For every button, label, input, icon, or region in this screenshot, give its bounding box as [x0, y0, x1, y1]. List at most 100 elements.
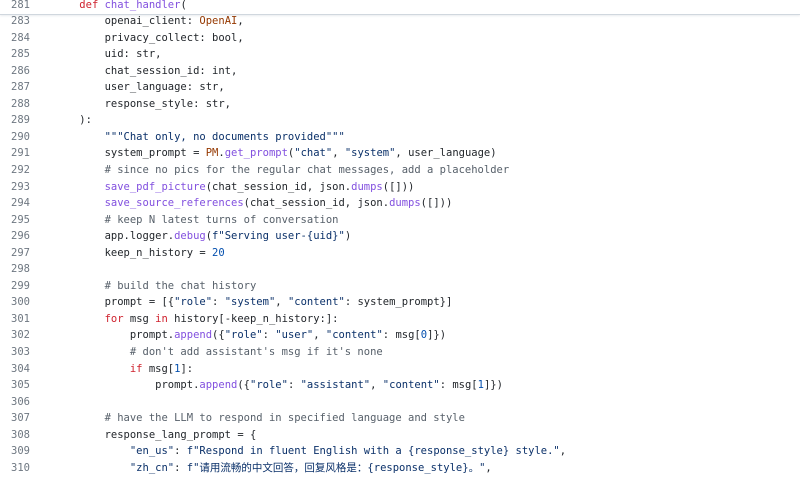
code-token: "content" — [382, 379, 440, 392]
line-number[interactable]: 281 — [0, 0, 30, 13]
line-number[interactable]: 298 — [0, 261, 30, 277]
code-line: 301 for msg in history[-keep_n_history:]… — [0, 311, 800, 327]
code-token: msg[ — [142, 362, 175, 375]
line-number[interactable]: 296 — [0, 228, 30, 244]
code-token: # don't add assistant's msg if it's none — [129, 346, 383, 358]
code-line: 289 ): — [0, 112, 800, 128]
line-number[interactable]: 289 — [0, 112, 30, 128]
code-token: (chat_session_id, json. — [243, 197, 390, 210]
code-line: 284 privacy_collect: bool, — [0, 30, 800, 46]
code-token: ]}) — [427, 329, 447, 342]
line-number[interactable]: 304 — [0, 361, 30, 377]
line-number[interactable]: 294 — [0, 195, 30, 211]
code-token: """Chat only, no documents provided""" — [104, 130, 345, 143]
line-code: # keep N latest turns of conversation — [54, 212, 339, 228]
code-token: in — [155, 312, 168, 325]
line-number[interactable]: 301 — [0, 311, 30, 327]
code-line: 305 prompt.append({"role": "assistant", … — [0, 377, 800, 393]
code-token: "zh_cn" — [129, 461, 175, 474]
line-number[interactable]: 307 — [0, 410, 30, 426]
code-token: ({ — [237, 379, 250, 392]
line-code: prompt.append({"role": "user", "content"… — [54, 327, 446, 343]
code-token: f"请用流畅的中文回答，回复风格是：{response_style}。" — [186, 461, 486, 474]
line-code: """Chat only, no documents provided""" — [54, 129, 345, 145]
line-number[interactable]: 290 — [0, 129, 30, 145]
line-number[interactable]: 284 — [0, 30, 30, 46]
line-number[interactable]: 309 — [0, 443, 30, 459]
code-token: response_style: str, — [54, 97, 232, 110]
line-number[interactable]: 295 — [0, 212, 30, 228]
line-number[interactable]: 285 — [0, 46, 30, 62]
line-number[interactable]: 310 — [0, 460, 30, 476]
line-code: system_prompt = PM.get_prompt("chat", "s… — [54, 145, 497, 161]
code-token: : — [174, 445, 187, 458]
line-number[interactable]: 292 — [0, 162, 30, 178]
line-number[interactable]: 286 — [0, 63, 30, 79]
line-code: "en_us": f"Respond in fluent English wit… — [54, 443, 566, 459]
code-token: f"Serving user-{uid}" — [212, 230, 345, 243]
code-token: , — [313, 329, 326, 342]
line-number[interactable]: 291 — [0, 145, 30, 161]
line-number[interactable]: 287 — [0, 79, 30, 95]
code-token: , user_language) — [395, 147, 497, 160]
code-line: 299 # build the chat history — [0, 278, 800, 294]
line-code: app.logger.debug(f"Serving user-{uid}") — [54, 228, 352, 244]
line-number[interactable]: 283 — [0, 13, 30, 29]
code-line: 303 # don't add assistant's msg if it's … — [0, 344, 800, 360]
code-line: 281 def chat_handler( — [0, 0, 800, 13]
code-token: "en_us" — [129, 445, 175, 458]
line-number[interactable]: 306 — [0, 394, 30, 410]
code-token: prompt. — [54, 329, 175, 342]
code-token: def — [79, 0, 99, 11]
code-line: 302 prompt.append({"role": "user", "cont… — [0, 327, 800, 343]
line-number[interactable]: 302 — [0, 327, 30, 343]
line-number[interactable]: 288 — [0, 96, 30, 112]
code-token: ( — [180, 0, 187, 11]
line-code: # build the chat history — [54, 278, 257, 294]
code-view: 281 def chat_handler( 283 openai_client:… — [0, 0, 800, 482]
line-code: uid: str, — [54, 46, 162, 62]
code-token: ([])) — [420, 197, 453, 210]
code-token: append — [174, 329, 213, 342]
code-token: # since no pics for the regular chat mes… — [104, 163, 510, 176]
code-line: 292 # since no pics for the regular chat… — [0, 162, 800, 178]
line-number[interactable]: 308 — [0, 427, 30, 443]
line-number[interactable]: 300 — [0, 294, 30, 310]
code-token: , — [275, 296, 288, 309]
code-line: 297 keep_n_history = 20 — [0, 245, 800, 261]
code-token: (chat_session_id, json. — [205, 180, 352, 193]
code-line: 290 """Chat only, no documents provided"… — [0, 129, 800, 145]
code-token: ([])) — [382, 180, 415, 193]
code-token: save_pdf_picture — [104, 180, 206, 193]
line-number[interactable]: 305 — [0, 377, 30, 393]
code-token: "role" — [174, 296, 213, 309]
line-code: prompt = [{"role": "system", "content": … — [54, 294, 453, 310]
code-token: : system_prompt}] — [344, 296, 453, 309]
line-number[interactable]: 297 — [0, 245, 30, 261]
line-code: chat_session_id: int, — [54, 63, 238, 79]
code-token: : msg[ — [382, 329, 421, 342]
code-token: OpenAI — [199, 15, 238, 27]
code-token: chat_session_id: int, — [54, 64, 238, 77]
code-line: 300 prompt = [{"role": "system", "conten… — [0, 294, 800, 310]
code-token: if — [129, 362, 143, 375]
code-token: : — [287, 379, 301, 392]
line-number[interactable]: 303 — [0, 344, 30, 360]
code-token: , — [332, 147, 345, 160]
code-line: 295 # keep N latest turns of conversatio… — [0, 212, 800, 228]
line-code: response_style: str, — [54, 96, 231, 112]
line-number[interactable]: 293 — [0, 179, 30, 195]
code-token: f"Respond in fluent English with a {resp… — [186, 445, 560, 458]
sticky-function-header[interactable]: 281 def chat_handler( — [0, 0, 800, 15]
line-number[interactable]: 299 — [0, 278, 30, 294]
code-token: keep_n_history = — [54, 246, 213, 259]
line-code: def chat_handler( — [54, 0, 187, 13]
code-line: 309 "en_us": f"Respond in fluent English… — [0, 443, 800, 459]
code-token: PM — [205, 147, 219, 160]
code-token: : — [174, 461, 187, 474]
